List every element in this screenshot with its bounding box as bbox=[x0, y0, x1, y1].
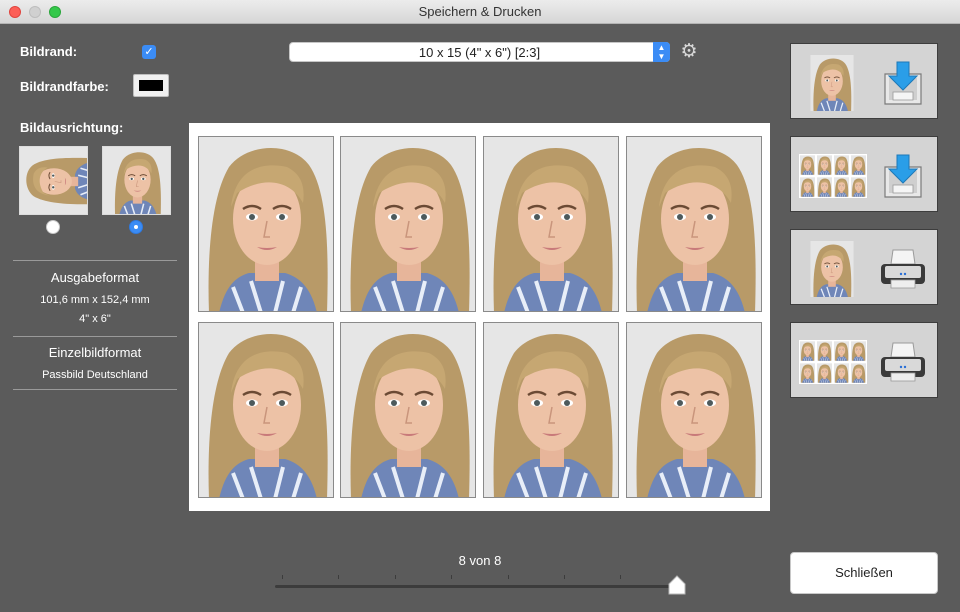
single-format-value: Passbild Deutschland bbox=[42, 369, 148, 381]
sheet-photo bbox=[198, 322, 334, 498]
slider-tick bbox=[564, 575, 565, 579]
portrait-thumb-icon bbox=[810, 55, 854, 111]
printer-icon bbox=[879, 246, 927, 292]
print-single-button[interactable] bbox=[790, 229, 938, 305]
page-slider-track[interactable] bbox=[275, 585, 685, 588]
output-format-mm: 101,6 mm x 152,4 mm bbox=[40, 294, 150, 306]
print-sheet-preview bbox=[189, 123, 770, 511]
print-sheet-button[interactable] bbox=[790, 322, 938, 398]
divider bbox=[13, 336, 177, 337]
landscape-portrait-icon bbox=[20, 147, 88, 215]
format-select[interactable]: 10 x 15 (4" x 6") [2:3] ▲ ▼ bbox=[289, 42, 670, 62]
single-format-heading: Einzelbildformat bbox=[48, 345, 142, 360]
sheet-photo bbox=[340, 322, 476, 498]
slider-tick bbox=[451, 575, 452, 579]
border-checkbox[interactable]: ✓ bbox=[142, 45, 156, 59]
divider bbox=[13, 389, 177, 390]
format-select-value: 10 x 15 (4" x 6") [2:3] bbox=[418, 45, 541, 60]
sheet-photo bbox=[626, 322, 762, 498]
download-icon bbox=[879, 60, 927, 106]
gear-icon[interactable]: ⚙ bbox=[679, 42, 699, 62]
close-button[interactable]: Schließen bbox=[790, 552, 938, 594]
output-format-in: 4" x 6" bbox=[79, 313, 111, 325]
save-single-button[interactable] bbox=[790, 43, 938, 119]
sheet-photo bbox=[340, 136, 476, 312]
orientation-landscape-radio[interactable] bbox=[46, 220, 60, 234]
border-label: Bildrand: bbox=[20, 44, 78, 59]
orientation-landscape-thumb[interactable] bbox=[19, 146, 88, 215]
download-icon bbox=[879, 153, 927, 199]
border-color-swatch bbox=[139, 80, 163, 91]
slider-tick bbox=[395, 575, 396, 579]
sheet-photo bbox=[483, 136, 619, 312]
orientation-label: Bildausrichtung: bbox=[20, 120, 124, 135]
orientation-portrait-radio[interactable] bbox=[129, 220, 143, 234]
divider bbox=[13, 260, 177, 261]
sheet-photo bbox=[198, 136, 334, 312]
sheet-photo bbox=[626, 136, 762, 312]
slider-tick bbox=[508, 575, 509, 579]
slider-tick bbox=[338, 575, 339, 579]
title-bar: Speichern & Drucken bbox=[0, 0, 960, 24]
page-count-label: 8 von 8 bbox=[458, 553, 502, 568]
portrait-icon bbox=[103, 147, 170, 214]
slider-tick bbox=[282, 575, 283, 579]
slider-tick bbox=[620, 575, 621, 579]
printer-icon bbox=[879, 339, 927, 385]
select-arrows-icon: ▲ ▼ bbox=[653, 42, 670, 62]
window-title: Speichern & Drucken bbox=[418, 4, 542, 19]
sheet-photo bbox=[483, 322, 619, 498]
page-slider-knob[interactable] bbox=[668, 575, 686, 595]
portrait-thumb-icon bbox=[810, 241, 854, 297]
save-sheet-button[interactable] bbox=[790, 136, 938, 212]
border-color-well[interactable] bbox=[133, 74, 169, 97]
orientation-portrait-thumb[interactable] bbox=[102, 146, 171, 215]
photo-sheet-icon bbox=[799, 154, 867, 198]
photo-sheet-icon bbox=[799, 340, 867, 384]
output-format-heading: Ausgabeformat bbox=[50, 270, 140, 285]
border-color-label: Bildrandfarbe: bbox=[20, 79, 109, 94]
